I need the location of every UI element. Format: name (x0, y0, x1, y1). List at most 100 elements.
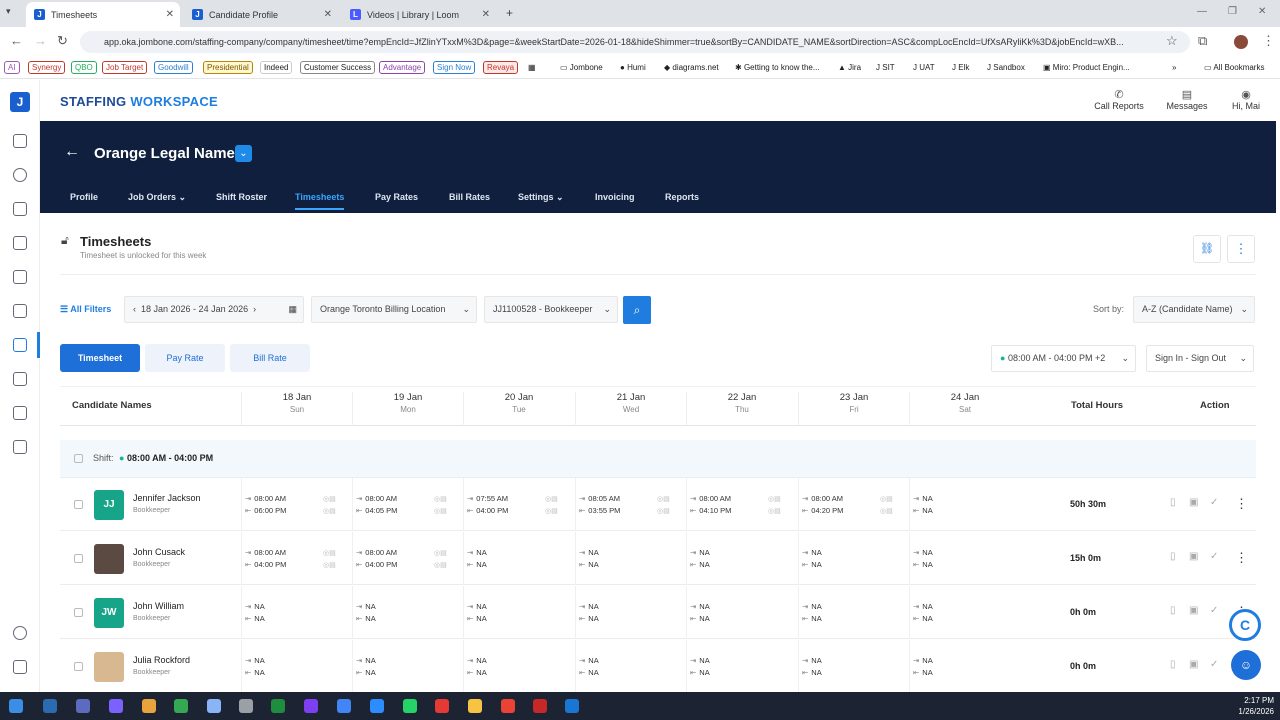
location-note-icon[interactable]: ◎▤ ◎▤ (434, 548, 447, 572)
row-menu-icon[interactable]: ⋮ (1235, 550, 1248, 566)
onenote-icon[interactable] (304, 699, 318, 713)
companies-icon[interactable] (13, 236, 27, 250)
back-icon[interactable]: ← (10, 33, 23, 48)
acrobat-icon[interactable] (435, 699, 449, 713)
candidate-name[interactable]: John William (133, 601, 184, 611)
time-cell[interactable]: ⇥ NA ⇤ NA (356, 601, 376, 625)
candidate-name[interactable]: Julia Rockford (133, 655, 190, 665)
document-icon[interactable]: ▯ (1170, 551, 1176, 562)
bookmark-tag[interactable]: Job Target (102, 61, 148, 74)
location-note-icon[interactable]: ◎▤ ◎▤ (880, 494, 893, 518)
excel-icon[interactable] (271, 699, 285, 713)
bookmark-tag[interactable]: Indeed (260, 61, 293, 74)
document-icon[interactable]: ▯ (1170, 497, 1176, 508)
user-menu[interactable]: ◉ Hi, Mai (1226, 88, 1266, 111)
location-note-icon[interactable]: ◎▤ ◎▤ (545, 494, 558, 518)
app-icon[interactable] (565, 699, 579, 713)
whatsapp-icon[interactable] (403, 699, 417, 713)
location-note-icon[interactable]: ◎▤ ◎▤ (323, 494, 336, 518)
tab-reports[interactable]: Reports (665, 192, 699, 202)
file-explorer-icon[interactable] (468, 699, 482, 713)
time-cell[interactable]: ⇥ NA ⇤ NA (356, 655, 376, 679)
chat-support-button[interactable]: ☺ (1231, 650, 1261, 680)
calendar-icon[interactable]: ▦ (288, 297, 297, 322)
app-icon[interactable] (239, 699, 253, 713)
approve-check-icon[interactable]: ✓ (1210, 659, 1218, 670)
bookmark-tag[interactable]: AI (4, 61, 20, 74)
view-bill-rate-button[interactable]: Bill Rate (230, 344, 310, 372)
more-bookmarks-icon[interactable]: » (1172, 61, 1176, 74)
time-cell[interactable]: ⇥ NA ⇤ NA (579, 655, 599, 679)
approve-check-icon[interactable]: ✓ (1210, 551, 1218, 562)
bookmark-tag[interactable]: Synergy (28, 61, 66, 74)
back-arrow-icon[interactable]: ← (64, 143, 80, 161)
link-icon[interactable]: ⛓ (1193, 235, 1221, 263)
extensions-icon[interactable]: ⧉ (1198, 33, 1207, 49)
app-icon[interactable] (207, 699, 221, 713)
forward-icon[interactable]: → (34, 33, 47, 48)
time-cell[interactable]: ⇥ NA ⇤ NA (467, 601, 487, 625)
windows-start-icon[interactable] (9, 699, 23, 713)
approve-check-icon[interactable]: ✓ (1210, 497, 1218, 508)
bookmark-tag[interactable]: Customer Success (300, 61, 376, 74)
all-filters-button[interactable]: ☰ All Filters (60, 304, 111, 315)
bookmark-tag[interactable]: Goodwill (154, 61, 193, 74)
bookmark-link[interactable]: ● Humi (620, 61, 646, 74)
chevron-left-icon[interactable]: ‹ (133, 304, 136, 314)
url-field[interactable]: app.oka.jombone.com/staffing-company/com… (80, 31, 1190, 53)
location-note-icon[interactable]: ◎▤ ◎▤ (434, 494, 447, 518)
location-note-icon[interactable]: ◎▤ ◎▤ (323, 548, 336, 572)
close-icon[interactable]: ✕ (166, 9, 174, 20)
tags-icon[interactable] (13, 202, 27, 216)
location-note-icon[interactable]: ◎▤ ◎▤ (657, 494, 670, 518)
time-cell[interactable]: ⇥ 08:00 AM ⇤ 04:10 PM (690, 493, 731, 517)
approve-check-icon[interactable]: ✓ (1210, 605, 1218, 616)
row-menu-icon[interactable]: ⋮ (1235, 496, 1248, 512)
reload-icon[interactable]: ↻ (57, 33, 68, 49)
location-select[interactable]: Orange Toronto Billing Location ⌄ (311, 296, 477, 323)
bookmark-link[interactable]: ▲ Jira (838, 61, 861, 74)
chrome-icon[interactable] (501, 699, 515, 713)
bookmark-link[interactable]: J Elk (952, 61, 969, 74)
time-cell[interactable]: ⇥ NA ⇤ NA (467, 655, 487, 679)
view-timesheet-button[interactable]: Timesheet (60, 344, 140, 372)
bookmark-star-icon[interactable]: ☆ (1166, 33, 1178, 49)
dashboard-icon[interactable] (13, 134, 27, 148)
jombone-logo[interactable]: J (10, 92, 30, 112)
zoom-icon[interactable] (370, 699, 384, 713)
browser-tab-loom[interactable]: L Videos | Library | Loom ✕ (342, 2, 496, 27)
time-cell[interactable]: ⇥ NA ⇤ NA (579, 547, 599, 571)
job-select[interactable]: JJ1100528 - Bookkeeper ⌄ (484, 296, 618, 323)
time-cell[interactable]: ⇥ NA ⇤ NA (913, 655, 933, 679)
browser-tab-timesheets[interactable]: J Timesheets ✕ (26, 2, 180, 27)
time-cell[interactable]: ⇥ 08:00 AM ⇤ 04:05 PM (356, 493, 397, 517)
browser-menu-icon[interactable]: ⋮ (1262, 33, 1275, 49)
gear-icon[interactable] (13, 626, 27, 640)
more-options-icon[interactable]: ⋮ (1227, 235, 1255, 263)
chrome-icon[interactable] (142, 699, 156, 713)
tab-list-icon[interactable]: ▾ (6, 6, 11, 17)
tab-timesheets[interactable]: Timesheets (295, 192, 345, 210)
time-cell[interactable]: ⇥ NA ⇤ NA (690, 601, 710, 625)
close-window-button[interactable]: ✕ (1258, 6, 1266, 17)
close-icon[interactable]: ✕ (324, 9, 332, 20)
app-icon[interactable] (174, 699, 188, 713)
bookmark-link[interactable]: J Sandbox (987, 61, 1025, 74)
bookmark-link[interactable]: ✱ Getting to know the... (735, 61, 820, 74)
tab-settings[interactable]: Settings ⌄ (518, 192, 564, 203)
bookmark-link[interactable]: ◆ diagrams.net (664, 61, 719, 74)
save-icon[interactable]: ▣ (1189, 497, 1198, 508)
profile-avatar[interactable] (1234, 35, 1248, 49)
time-cell[interactable]: ⇥ NA ⇤ NA (913, 493, 933, 517)
bookmark-link[interactable]: J SIT (876, 61, 895, 74)
restore-button[interactable]: ❐ (1228, 6, 1237, 17)
bookmark-link[interactable]: ▭ Jombone (560, 61, 603, 74)
outlook-icon[interactable] (43, 699, 57, 713)
bookmark-link[interactable]: J UAT (913, 61, 935, 74)
time-cell[interactable]: ⇥ NA ⇤ NA (690, 655, 710, 679)
location-note-icon[interactable]: ◎▤ ◎▤ (768, 494, 781, 518)
documents-icon[interactable] (13, 304, 27, 318)
save-icon[interactable]: ▣ (1189, 605, 1198, 616)
candidates-icon[interactable] (13, 168, 27, 182)
candidate-name[interactable]: Jennifer Jackson (133, 493, 201, 503)
